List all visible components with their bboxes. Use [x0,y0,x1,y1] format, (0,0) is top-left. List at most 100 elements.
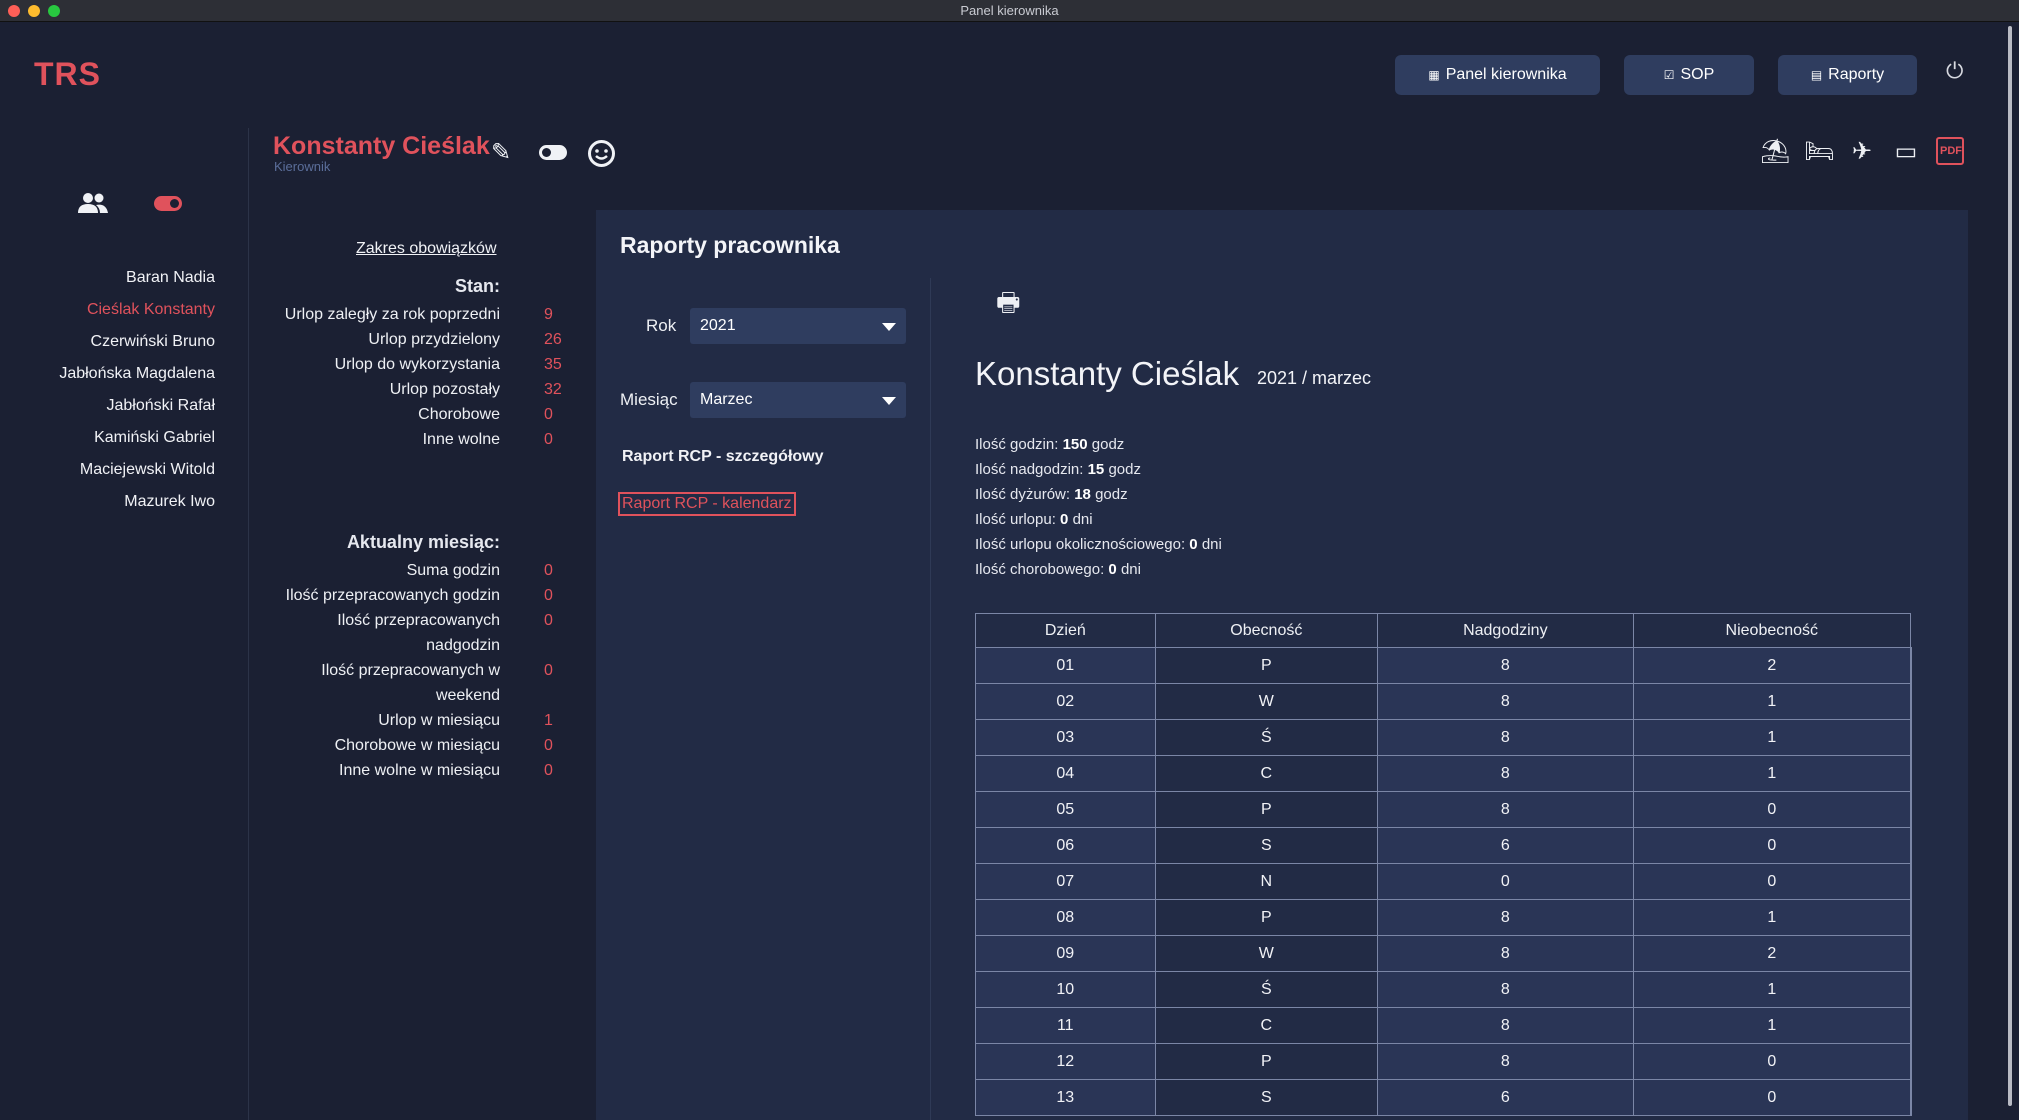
toggle-icon[interactable] [154,195,182,211]
table-row: 02 W 8 1 [975,683,1912,720]
cell-absence [1910,971,1912,1008]
panel-kierownika-label: Panel kierownika [1445,66,1567,83]
sidebar-employee-item[interactable]: Mazurek Iwo [59,492,215,524]
pdf-icon[interactable]: PDF [1936,137,1964,165]
chevron-down-icon [882,323,896,331]
sidebar-employee-item[interactable]: Kamiński Gabriel [59,428,215,460]
cell-absence [1910,683,1912,720]
col-day: Dzień [975,613,1156,648]
toggle-icon[interactable] [539,145,567,160]
summary-line: Ilość dyżurów: 18 godz [975,482,1222,507]
power-icon[interactable]: ⏻ [1946,58,1963,84]
face-icon[interactable] [587,139,616,168]
cell-weekday: W [1154,683,1379,720]
raporty-label: Raporty [1828,66,1885,83]
sop-label: SOP [1680,66,1715,83]
cell-day: 12 [975,1043,1156,1080]
cell-weekday: Ś [1154,719,1379,756]
raporty-button[interactable]: ▤ Raporty [1778,55,1917,95]
close-window-button[interactable] [8,5,20,17]
stat-value: 9 [544,306,553,323]
stat-value: 0 [544,406,553,423]
maximize-window-button[interactable] [48,5,60,17]
status-section: Stan: Urlop zaległy za rok poprzedni 9 Urlo… [280,270,562,452]
cell-day: 01 [975,647,1156,684]
stat-label: Inne wolne [422,431,500,448]
summary-line: Ilość godzin: 150 godz [975,432,1222,457]
stat-label: Urlop zaległy za rok poprzedni [284,306,500,323]
report-period: 2021 / marzec [1257,368,1372,388]
edit-pencil-icon[interactable]: ✎ [491,138,511,167]
sidebar-employee-item[interactable]: Jabłoński Rafał [59,396,216,428]
flight-takeoff-icon[interactable]: ✈ [1848,137,1876,166]
stat-label: Chorobowe [418,406,500,423]
summary-label: Ilość urlopu okolicznościowego: [975,536,1186,553]
year-select[interactable]: 2021 [690,308,906,344]
cell-attendance: 8 [1377,899,1634,936]
cell-attendance: 6 [1377,1079,1634,1116]
employee-name: Konstanty Cieślak [273,132,490,160]
panel-kierownika-button[interactable]: ▦ Panel kierownika [1395,55,1600,95]
cell-overtime: 1 [1632,683,1912,720]
cell-weekday: P [1154,647,1379,684]
stat-row: Chorobowe w miesiącu 0 [280,733,560,758]
table-row: 10 Ś 8 1 [975,971,1912,1008]
cell-weekday: P [1154,899,1379,936]
users-icon[interactable] [78,192,108,214]
scrollbar-thumb[interactable] [2008,26,2012,1106]
scope-of-duties-link[interactable]: Zakres obowiązków [356,240,497,258]
stat-value: 0 [544,431,553,448]
sidebar-employee-item[interactable]: Baran Nadia [59,268,215,300]
summary-value: 15 [1087,461,1105,478]
stat-row: Ilość przepracowanych godzin 0 [280,583,560,608]
sidebar-employee-item[interactable]: Czerwiński Bruno [59,332,215,364]
report-table: Dzień Obecność Nadgodziny Nieobecność 01… [975,613,1912,1116]
cell-weekday: C [1154,1007,1379,1044]
cell-day: 13 [975,1079,1156,1116]
summary-label: Ilość chorobowego: [975,561,1105,578]
stat-value: 0 [544,737,553,754]
stat-value: 0 [544,662,553,679]
window-controls[interactable] [8,5,60,17]
calendar-report-link[interactable]: Raport RCP - kalendarz [618,492,796,516]
stat-row: Ilość przepracowanych nadgodzin 0 [280,608,560,658]
summary-label: Ilość urlopu: [975,511,1056,528]
detailed-report-link[interactable]: Raport RCP - szczegółowy [622,448,824,466]
cell-attendance: 8 [1377,683,1634,720]
beach-umbrella-icon[interactable]: ⛱ [1760,137,1790,166]
cell-overtime: 0 [1632,827,1912,864]
sidebar-employee-item[interactable]: Maciejewski Witold [59,460,215,492]
year-value: 2021 [700,317,736,334]
stat-row: Urlop w miesiącu 1 [280,708,560,733]
app-logo[interactable]: TRS [34,56,101,93]
cell-overtime: 1 [1632,971,1912,1008]
cell-attendance: 6 [1377,827,1634,864]
sidebar-employee-item[interactable]: Cieślak Konstanty [59,300,215,332]
cell-day: 08 [975,899,1156,936]
month-select[interactable]: Marzec [690,382,906,418]
minimize-window-button[interactable] [28,5,40,17]
sidebar-employee-item[interactable]: Jabłońska Magdalena [59,364,215,396]
reports-title: Raporty pracownika [620,232,840,258]
summary-value: 18 [1074,486,1091,503]
calendar-icon[interactable]: ▭ [1892,137,1920,166]
summary-unit: dni [1072,511,1093,528]
stat-label: Suma godzin [406,562,500,579]
cell-day: 04 [975,755,1156,792]
stat-value: 26 [544,331,562,348]
sop-button[interactable]: ☑ SOP [1624,55,1754,95]
print-icon[interactable]: 🖶 [996,284,1021,328]
cell-overtime: 1 [1632,1007,1912,1044]
bed-icon[interactable]: 🛏 [1804,137,1834,166]
cell-overtime: 0 [1632,863,1912,900]
cell-absence [1910,1079,1912,1116]
cell-weekday: W [1154,935,1379,972]
stat-value: 0 [544,587,553,604]
employee-list: Baran Nadia Cieślak Konstanty Czerwiński B… [59,268,215,524]
chevron-down-icon [882,397,896,405]
scrollbar[interactable] [2006,22,2014,1120]
cell-absence [1910,791,1912,828]
stat-label: Urlop pozostały [389,381,500,398]
summary-line: Ilość urlopu okolicznościowego: 0 dni [975,532,1222,557]
cell-overtime: 0 [1632,791,1912,828]
